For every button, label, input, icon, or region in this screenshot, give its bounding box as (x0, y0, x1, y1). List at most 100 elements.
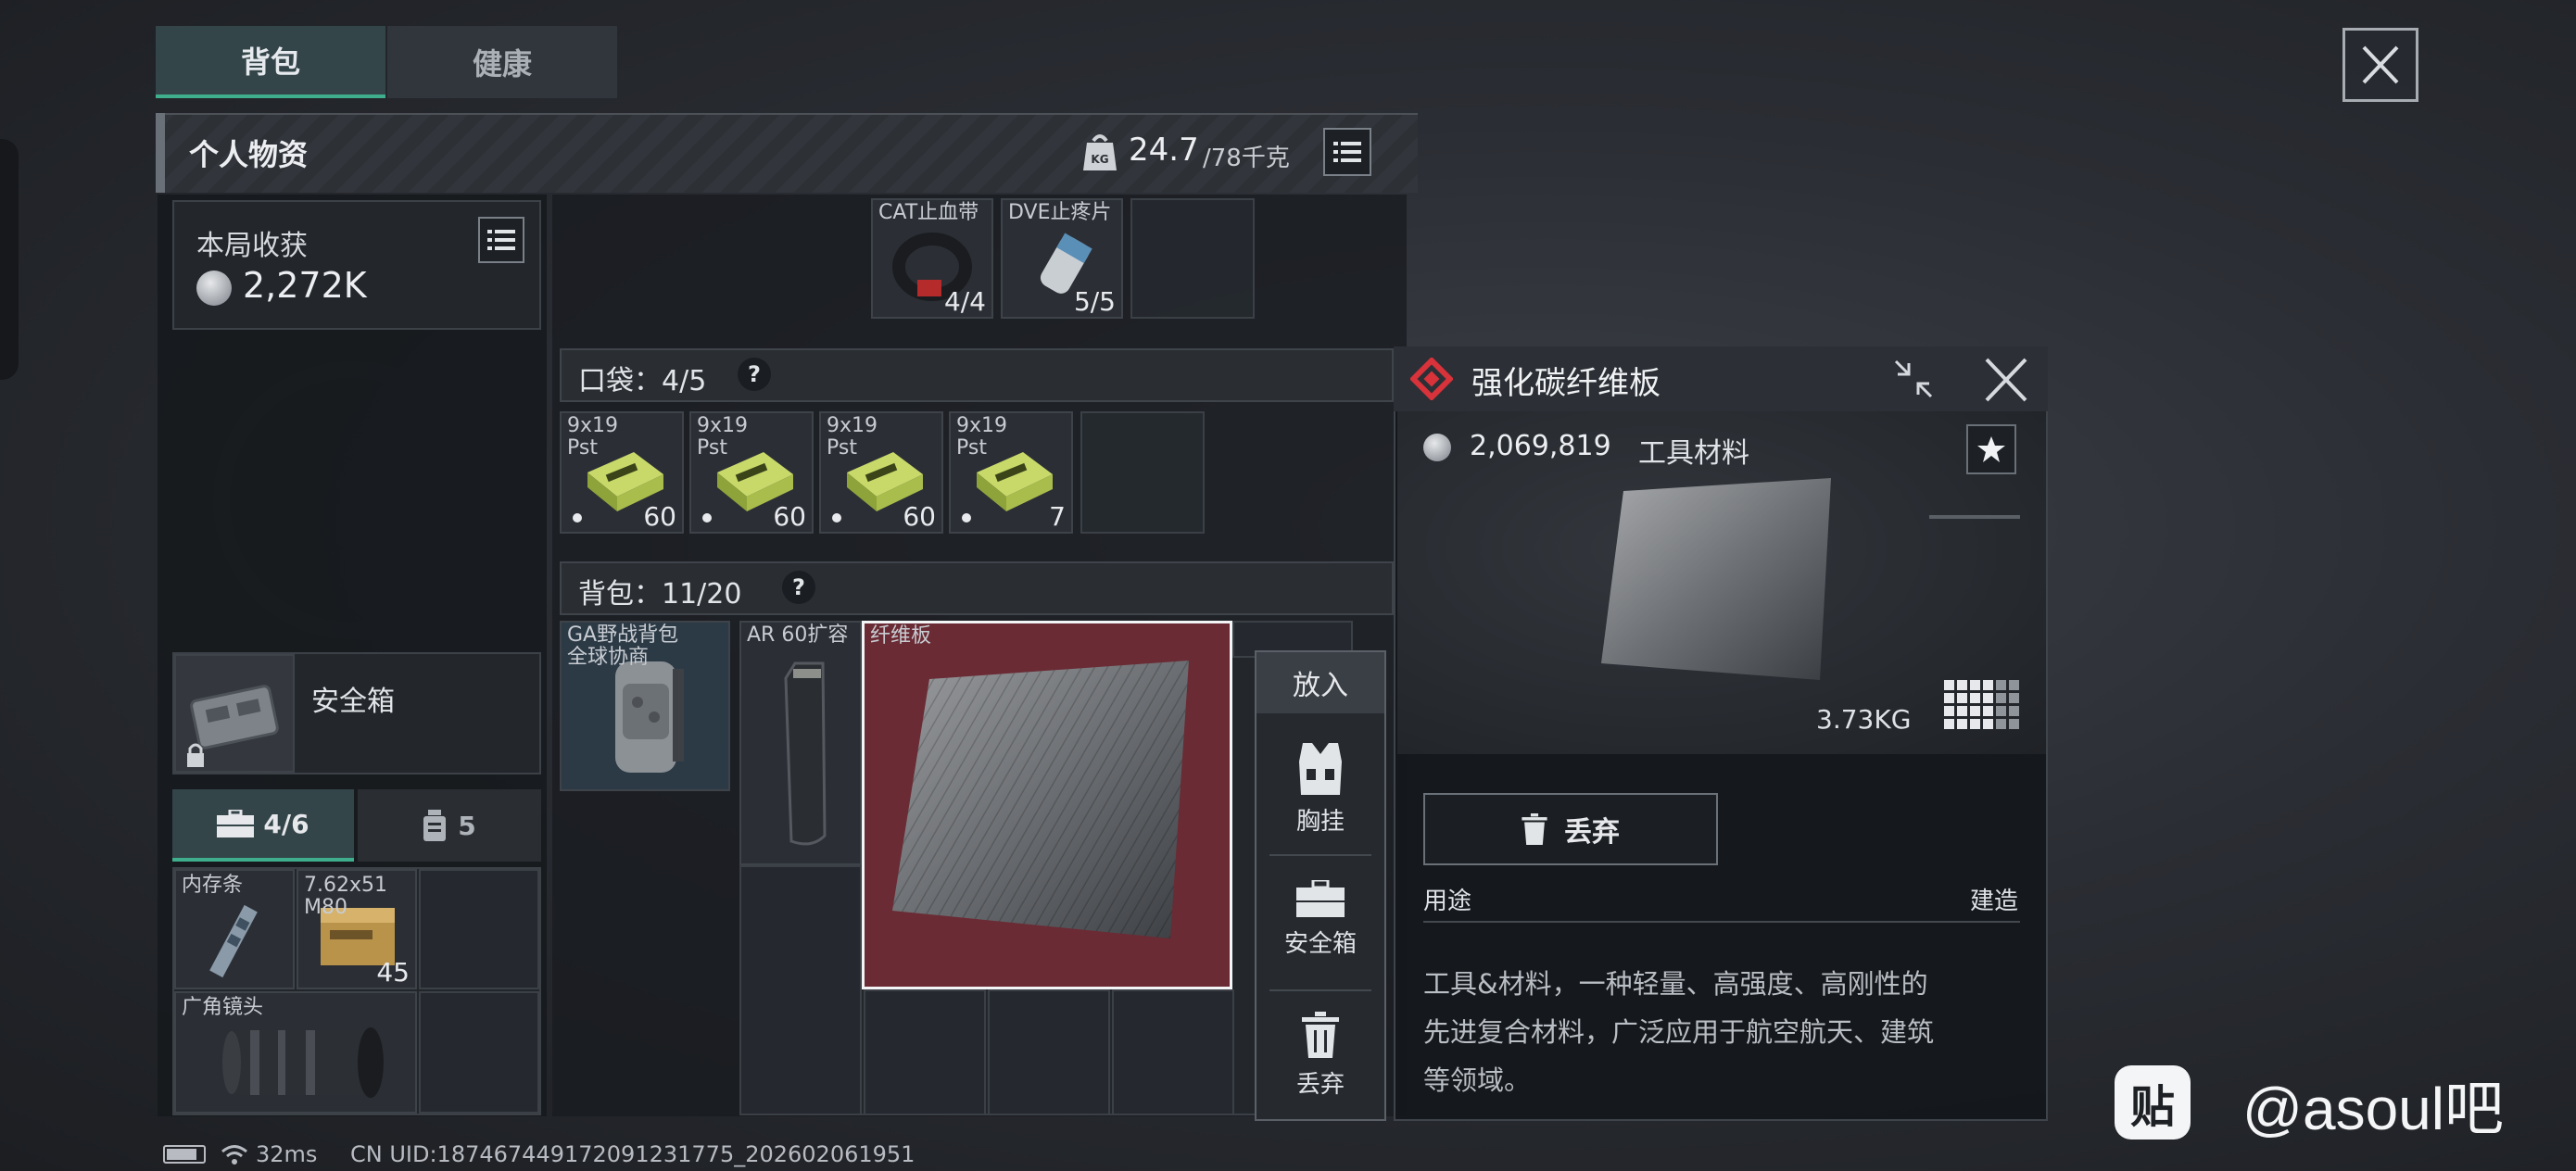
ammo-dot-icon (702, 513, 712, 523)
pocket-label: 口袋：4/5 (578, 365, 707, 397)
uid-text: CN UID:1874674491720912317​75_2026020619… (350, 1141, 915, 1167)
detail-item-image (1601, 478, 1842, 682)
grid-slot-empty[interactable] (1112, 989, 1234, 1115)
action-label: 丢弃 (1295, 1071, 1345, 1099)
usage-value: 建造 (1970, 888, 2019, 915)
close-button[interactable] (2342, 28, 2418, 102)
earnings-label: 本局收获 (196, 230, 308, 262)
item-count: 60 (773, 501, 806, 532)
wifi-icon (221, 1143, 248, 1165)
coin-icon (196, 271, 232, 306)
toolbox-icon (217, 810, 255, 837)
divider (1269, 854, 1371, 856)
rarity-icon (1410, 358, 1453, 400)
close-icon (2362, 45, 2399, 84)
grid-slot-empty[interactable] (419, 991, 539, 1114)
tab-backpack[interactable]: 背包 (156, 26, 385, 98)
weight-max: /78千克 (1203, 145, 1290, 172)
item-name: 7.62x51 M80 (304, 874, 387, 919)
item-ammo-9x19[interactable]: 9x19 Pst 60 (560, 411, 684, 534)
item-name: 9x19 Pst (697, 414, 749, 460)
coin-icon (1423, 434, 1451, 461)
item-cat-tourniquet[interactable]: CAT止血带 4/4 (871, 198, 993, 319)
collapse-icon (1894, 359, 1933, 398)
ammo-dot-icon (832, 513, 841, 523)
usage-label: 用途 (1423, 888, 1472, 915)
detail-weight: 3.73KG (1816, 704, 1912, 735)
item-wide-angle-lens[interactable]: 广角镜头 (174, 991, 417, 1114)
action-chest-rig[interactable]: 胸挂 (1256, 743, 1384, 837)
weight-icon: KG (1082, 132, 1118, 172)
canister-icon (423, 810, 447, 841)
action-header: 放入 (1256, 652, 1384, 713)
description-line: 先进复合材料，广泛应用于航空航天、建筑 (1423, 1016, 1935, 1048)
storage-tab-toolbox-label: 4/6 (263, 808, 309, 839)
list-icon (487, 230, 515, 250)
backpack-label: 背包：11/20 (578, 578, 742, 611)
item-ammo-9x19[interactable]: 9x19 Pst 7 (949, 411, 1073, 534)
grid-slot-empty[interactable] (988, 989, 1110, 1115)
toolbox-icon (1296, 880, 1345, 917)
pocket-help-button[interactable]: ? (738, 358, 771, 391)
ping-text: 32ms (256, 1141, 318, 1167)
discard-button[interactable]: 丢弃 (1423, 793, 1718, 865)
safe-box-label: 安全箱 (311, 686, 395, 718)
trash-icon (1302, 1012, 1339, 1058)
item-ga-backpack[interactable]: GA野战背包 全球协商 (560, 621, 730, 791)
item-ammo-9x19[interactable]: 9x19 Pst 60 (819, 411, 943, 534)
star-icon (1977, 436, 2005, 462)
svg-text:KG: KG (1091, 153, 1108, 166)
action-discard[interactable]: 丢弃 (1256, 1012, 1384, 1100)
item-ar60-magazine[interactable]: AR 60扩容 (739, 621, 862, 865)
item-name: 纤维板 (870, 624, 932, 648)
trash-icon (1522, 813, 1547, 845)
detail-category: 工具材料 (1638, 437, 1749, 470)
side-edge (0, 139, 19, 380)
item-dve-painkiller[interactable]: DVE止疼片 5/5 (1001, 198, 1123, 319)
grid-slot-empty[interactable] (1080, 411, 1205, 534)
grid-slot-empty[interactable] (864, 989, 986, 1115)
description-line: 等领域。 (1423, 1064, 1532, 1096)
item-count: 60 (643, 501, 676, 532)
storage-tab-canister-label: 5 (458, 810, 476, 841)
storage-tab-canister[interactable]: 5 (358, 789, 541, 862)
item-name: 9x19 Pst (956, 414, 1008, 460)
grid-slot-empty[interactable] (1130, 198, 1255, 319)
item-ammo-762[interactable]: 7.62x51 M80 45 (297, 869, 417, 989)
close-icon (1985, 358, 2027, 402)
item-name: 内存条 (182, 874, 244, 897)
item-count: 60 (903, 501, 936, 532)
list-view-button[interactable] (1323, 128, 1371, 176)
detail-title: 强化碳纤维板 (1471, 365, 1661, 402)
storage-tab-toolbox[interactable]: 4/6 (172, 789, 354, 862)
tieba-logo: 贴 (2115, 1065, 2191, 1140)
description-line: 工具&材料，一种轻量、高强度、高刚性的 (1423, 968, 1928, 1000)
item-carbon-fiber-plate[interactable]: 纤维板 (862, 621, 1232, 989)
favorite-button[interactable] (1966, 424, 2016, 474)
ammo-dot-icon (573, 513, 582, 523)
action-safe-box[interactable]: 安全箱 (1256, 880, 1384, 959)
earnings-detail-button[interactable] (478, 217, 524, 263)
tab-health[interactable]: 健康 (387, 26, 617, 98)
decor-line (1929, 515, 2020, 519)
grid-size-icon (1944, 680, 2022, 732)
collapse-button[interactable] (1890, 356, 1937, 402)
ammo-dot-icon (962, 513, 971, 523)
item-name: 9x19 Pst (567, 414, 619, 460)
detail-close-button[interactable] (1981, 356, 2031, 404)
item-ammo-9x19[interactable]: 9x19 Pst 60 (689, 411, 814, 534)
item-name: CAT止血带 (878, 201, 979, 224)
detail-price: 2,069,819 (1470, 430, 1611, 462)
lock-icon (185, 741, 206, 769)
item-count: 45 (376, 957, 410, 988)
battery-icon (163, 1145, 206, 1164)
backpack-help-button[interactable]: ? (782, 571, 815, 604)
item-name: AR 60扩容 (747, 623, 849, 647)
item-memory-stick[interactable]: 内存条 (174, 869, 295, 989)
grid-slot-empty[interactable] (419, 869, 539, 989)
detail-description: 工具&材料，一种轻量、高强度、高刚性的 先进复合材料，广泛应用于航空航天、建筑 … (1423, 960, 1934, 1104)
vest-icon (1299, 743, 1342, 795)
grid-slot-empty[interactable] (739, 865, 862, 1115)
item-name: DVE止疼片 (1008, 201, 1112, 224)
weight-current: 24.7 (1129, 132, 1199, 169)
